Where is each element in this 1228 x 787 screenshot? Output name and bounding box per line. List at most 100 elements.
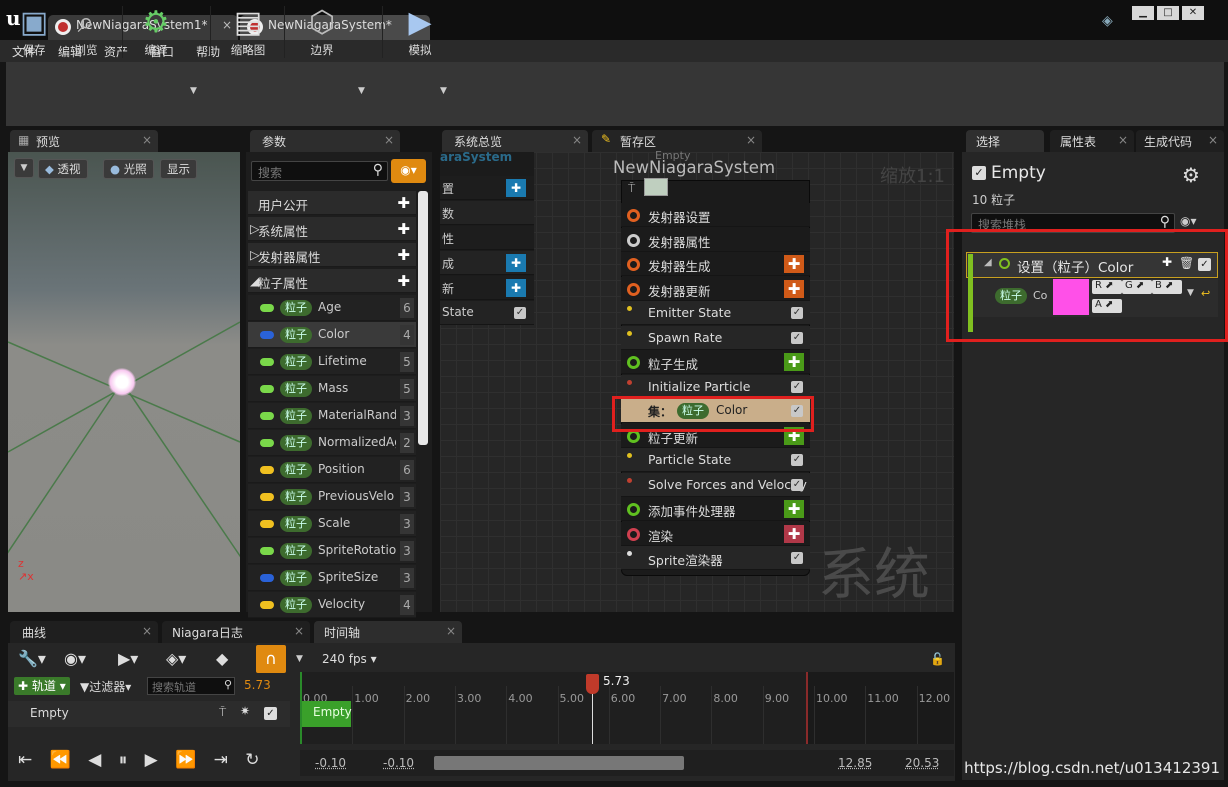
add-track-button[interactable]: ✚ 轨道 ▾ (14, 677, 70, 695)
attribute-row[interactable]: 粒子 Mass 5 (248, 376, 416, 402)
stack-row[interactable]: 发射器生成 ✚ (621, 252, 810, 276)
add-module-icon[interactable]: ✚ (784, 279, 804, 298)
close-window-button[interactable]: ✕ (1182, 6, 1204, 20)
thumbnail-button[interactable]: ▤ 缩略图 (222, 4, 274, 60)
stack-row[interactable]: 渲染 ✚ (621, 521, 810, 546)
attribute-row[interactable]: 粒子 Lifetime 5 (248, 349, 416, 375)
source-control-icon[interactable]: ◈ (1102, 13, 1113, 29)
compile-button[interactable]: ⚙ 编译 (130, 4, 182, 60)
section-particle-attributes[interactable]: ◢ 粒子属性 ✚ (248, 269, 416, 293)
working-start[interactable]: -0.10 (383, 756, 414, 770)
tab-system-overview[interactable]: 系统总览 × (442, 130, 588, 152)
attribute-row[interactable]: 粒子 SpriteSize 3 (248, 565, 416, 591)
stack-row[interactable]: 发射器属性 (621, 227, 810, 252)
tab-parameters[interactable]: 参数 × (250, 130, 400, 152)
add-module-icon[interactable]: ✚ (784, 353, 804, 371)
range-scrollbar[interactable] (434, 756, 684, 770)
enable-checkbox[interactable]: ✓ (791, 552, 803, 564)
stack-row[interactable]: 添加事件处理器 ✚ (621, 497, 810, 521)
playhead-handle[interactable] (586, 674, 599, 694)
add-module-icon[interactable]: ✚ (784, 255, 804, 273)
add-icon[interactable]: ✚ (397, 220, 410, 238)
bounds-button[interactable]: ⬡ 边界 (296, 4, 348, 60)
add-icon[interactable]: ✚ (397, 246, 410, 264)
working-end[interactable]: 12.85 (838, 756, 872, 770)
lock-icon[interactable]: 🔓 (930, 652, 945, 666)
add-module-icon[interactable]: ✚ (784, 524, 804, 543)
attribute-row[interactable]: 粒子 MaterialRand 3 (248, 403, 416, 429)
chevron-down-icon[interactable]: ▼ (440, 86, 447, 96)
add-icon[interactable]: ✚ (506, 254, 526, 272)
left-node-row[interactable]: 性 (440, 226, 534, 250)
snap-icon[interactable]: ∩ (256, 645, 286, 673)
attribute-row[interactable]: 粒子 SpriteRotatio 3 (248, 538, 416, 564)
attribute-row[interactable]: 粒子 Scale 3 (248, 511, 416, 537)
track-enabled-checkbox[interactable]: ✓ (264, 707, 277, 720)
attribute-row[interactable]: 粒子 NormalizedAg 2 (248, 430, 416, 456)
maximize-button[interactable]: □ (1157, 6, 1179, 20)
emitter-bar[interactable]: Empty (301, 701, 352, 727)
add-icon[interactable]: ✚ (397, 272, 410, 290)
chevron-down-icon[interactable]: ▼ (190, 86, 197, 96)
section-system-attributes[interactable]: ▷ 系统属性 ✚ (248, 217, 416, 241)
scrollbar[interactable] (418, 191, 428, 445)
stack-row[interactable]: Solve Forces and Velocity ✓ (621, 472, 810, 497)
add-icon[interactable]: ✚ (506, 179, 526, 197)
close-icon[interactable]: × (1118, 133, 1128, 147)
view-options-button[interactable]: ◉▾ (391, 159, 426, 183)
play-options-icon[interactable]: ▶▾ (118, 649, 138, 668)
stack-row[interactable]: Initialize Particle ✓ (621, 374, 810, 399)
preview-viewport[interactable]: z ↗x (8, 152, 240, 612)
close-icon[interactable]: × (142, 624, 152, 638)
chevron-down-icon[interactable]: ▼ (296, 654, 303, 664)
attribute-row[interactable]: 粒子 Position 6 (248, 457, 416, 483)
enabled-checkbox[interactable]: ✓ (972, 166, 986, 180)
end-marker[interactable] (806, 672, 808, 744)
close-icon[interactable]: × (1208, 133, 1218, 147)
attribute-row[interactable]: 粒子 Color 4 (248, 322, 416, 348)
close-icon[interactable]: × (572, 133, 582, 147)
attribute-row[interactable]: 粒子 Age 6 (248, 295, 416, 321)
enable-checkbox[interactable]: ✓ (791, 331, 803, 344)
chevron-down-icon[interactable]: ▼ (358, 86, 365, 96)
close-icon[interactable]: × (384, 133, 394, 147)
minimize-button[interactable]: ▁ (1132, 6, 1154, 20)
stack-row[interactable]: Sprite渲染器 ✓ (621, 546, 810, 570)
keyframe-icon[interactable]: ◈▾ (166, 649, 186, 668)
section-user-exposed[interactable]: 用户公开 ✚ (248, 191, 416, 215)
stack-row[interactable]: 粒子生成 ✚ (621, 350, 810, 374)
close-icon[interactable]: × (446, 624, 456, 638)
left-node-row[interactable]: 数 (440, 201, 534, 225)
tab-niagara-log[interactable]: Niagara日志 × (162, 621, 310, 643)
key-icon[interactable]: ◆ (216, 649, 228, 668)
tab-selection[interactable]: 选择 (966, 130, 1044, 152)
filter-button[interactable]: ▼过滤器▾ (80, 678, 131, 695)
view-end[interactable]: 20.53 (905, 756, 939, 770)
tab-generated-code[interactable]: 生成代码 × (1136, 130, 1224, 152)
params-search-input[interactable]: 搜索 ⚲ (251, 161, 388, 181)
add-icon[interactable]: ✚ (506, 279, 526, 297)
browse-button[interactable]: ⌕ 浏览 (60, 4, 112, 60)
pin-icon[interactable]: ⍑ (628, 181, 635, 196)
enable-checkbox[interactable]: ✓ (791, 478, 803, 491)
gear-icon[interactable]: ⚙ (1182, 163, 1200, 187)
left-node-row[interactable]: State ✓ (440, 301, 534, 325)
enable-checkbox[interactable]: ✓ (514, 307, 526, 319)
left-node-row[interactable]: 成 ✚ (440, 251, 534, 275)
playback-controls[interactable]: ⇤ ⏪ ◀ ⏸ ▶ ⏩ ⇥ ↻ (18, 750, 266, 770)
fps-selector[interactable]: 240 fps ▾ (322, 652, 377, 666)
wrench-icon[interactable]: 🔧▾ (18, 649, 46, 668)
stack-row[interactable]: 发射器更新 ✚ (621, 276, 810, 301)
add-icon[interactable]: ✚ (397, 194, 410, 212)
pin-icon[interactable]: ⍑ (219, 705, 226, 720)
save-button[interactable]: ▣ 保存 (8, 4, 60, 60)
view-start[interactable]: -0.10 (315, 756, 346, 770)
attribute-row[interactable]: 粒子 Velocity 4 (248, 592, 416, 618)
close-icon[interactable]: × (746, 133, 756, 147)
enable-checkbox[interactable]: ✓ (791, 380, 803, 393)
stack-row[interactable]: Emitter State ✓ (621, 301, 810, 325)
tab-property-sheet[interactable]: 属性表 × (1050, 130, 1134, 152)
section-emitter-attributes[interactable]: ▷ 发射器属性 ✚ (248, 243, 416, 267)
start-marker[interactable] (300, 672, 302, 744)
eye-icon[interactable]: ◉▾ (1180, 214, 1197, 228)
